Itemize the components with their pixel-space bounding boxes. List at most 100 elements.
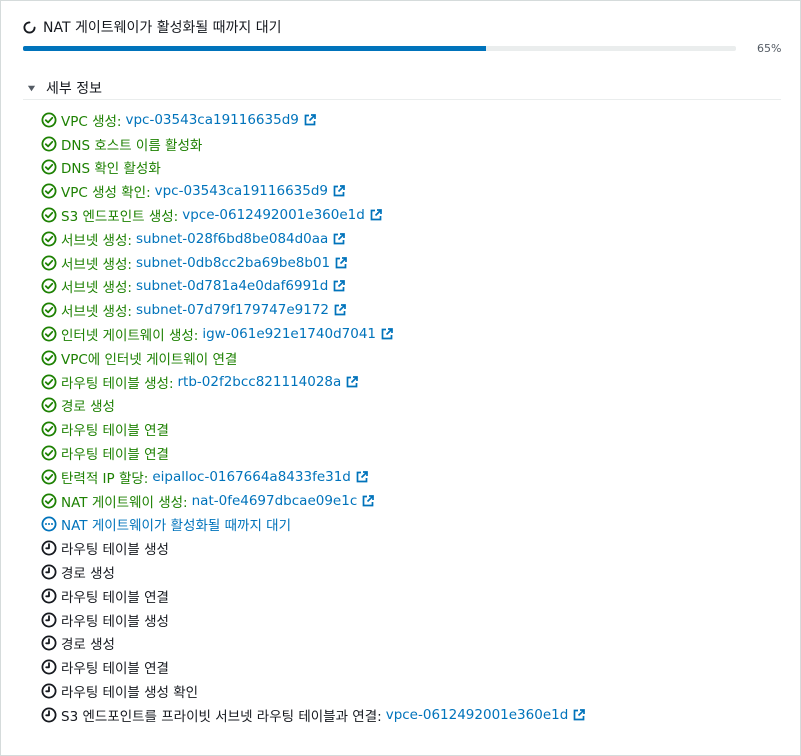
step-label: VPC 생성 확인: bbox=[61, 185, 151, 202]
step-label: 라우팅 테이블 연결 bbox=[61, 447, 169, 464]
external-link-icon[interactable] bbox=[333, 303, 347, 317]
resource-link[interactable]: vpce-0612492001e360e1d bbox=[182, 207, 365, 223]
step-item: 서브넷 생성: subnet-028f6bd8be084d0aa bbox=[41, 227, 586, 251]
step-label: 인터넷 게이트웨이 생성: bbox=[61, 328, 199, 345]
progress-bar bbox=[23, 46, 736, 51]
progress-bar-fill bbox=[23, 46, 487, 51]
check-circle-icon bbox=[41, 493, 57, 509]
check-circle-icon bbox=[41, 469, 57, 485]
divider bbox=[23, 99, 781, 100]
workflow-panel: NAT 게이트웨이가 활성화될 때까지 대기 65% 세부 정보 VPC 생성:… bbox=[0, 0, 801, 756]
clock-icon bbox=[41, 635, 57, 651]
check-circle-icon bbox=[41, 159, 57, 175]
step-item: 라우팅 테이블 연결 bbox=[41, 441, 586, 465]
step-item: 서브넷 생성: subnet-07d79f179747e9172 bbox=[41, 298, 586, 322]
step-label: 서브넷 생성: bbox=[61, 232, 132, 249]
check-circle-icon bbox=[41, 421, 57, 437]
step-item: 탄력적 IP 할당: eipalloc-0167664a8433fe31d bbox=[41, 465, 586, 489]
resource-link[interactable]: subnet-028f6bd8be084d0aa bbox=[136, 231, 328, 247]
step-item: 라우팅 테이블 생성 bbox=[41, 608, 586, 632]
step-item: VPC 생성 확인: vpc-03543ca19116635d9 bbox=[41, 179, 586, 203]
step-label: 라우팅 테이블 생성 bbox=[61, 613, 169, 630]
resource-link[interactable]: vpc-03543ca19116635d9 bbox=[125, 112, 298, 128]
external-link-icon[interactable] bbox=[332, 232, 346, 246]
step-label: 라우팅 테이블 생성 확인 bbox=[61, 685, 199, 702]
resource-link[interactable]: subnet-07d79f179747e9172 bbox=[136, 302, 329, 318]
check-circle-icon bbox=[41, 445, 57, 461]
step-item: 경로 생성 bbox=[41, 632, 586, 656]
check-circle-icon bbox=[41, 374, 57, 390]
details-label: 세부 정보 bbox=[46, 81, 102, 97]
check-circle-icon bbox=[41, 278, 57, 294]
step-label: VPC에 인터넷 게이트웨이 연결 bbox=[61, 351, 238, 368]
step-label: NAT 게이트웨이가 활성화될 때까지 대기 bbox=[61, 518, 291, 535]
step-item: 라우팅 테이블 생성 bbox=[41, 536, 586, 560]
step-item: VPC에 인터넷 게이트웨이 연결 bbox=[41, 346, 586, 370]
step-item: 라우팅 테이블 연결 bbox=[41, 655, 586, 679]
in-progress-icon bbox=[41, 516, 57, 532]
step-item: 서브넷 생성: subnet-0d781a4e0daf6991d bbox=[41, 275, 586, 299]
resource-link[interactable]: igw-061e921e1740d7041 bbox=[202, 326, 376, 342]
check-circle-icon bbox=[41, 302, 57, 318]
external-link-icon[interactable] bbox=[380, 327, 394, 341]
step-item: 라우팅 테이블 연결 bbox=[41, 584, 586, 608]
check-circle-icon bbox=[41, 326, 57, 342]
clock-icon bbox=[41, 564, 57, 580]
check-circle-icon bbox=[41, 255, 57, 271]
step-label: 서브넷 생성: bbox=[61, 304, 132, 321]
step-item: NAT 게이트웨이 생성: nat-0fe4697dbcae09e1c bbox=[41, 489, 586, 513]
check-circle-icon bbox=[41, 207, 57, 223]
external-link-icon[interactable] bbox=[303, 113, 317, 127]
resource-link[interactable]: eipalloc-0167664a8433fe31d bbox=[152, 469, 351, 485]
external-link-icon[interactable] bbox=[332, 279, 346, 293]
step-label: DNS 호스트 이름 활성화 bbox=[61, 137, 203, 154]
step-label: 경로 생성 bbox=[61, 566, 115, 583]
resource-link[interactable]: vpc-03543ca19116635d9 bbox=[155, 183, 328, 199]
resource-link[interactable]: nat-0fe4697dbcae09e1c bbox=[192, 493, 358, 509]
step-item: 서브넷 생성: subnet-0db8cc2ba69be8b01 bbox=[41, 251, 586, 275]
resource-link[interactable]: rtb-02f2bcc821114028a bbox=[178, 374, 342, 390]
step-label: 라우팅 테이블 연결 bbox=[61, 661, 169, 678]
step-item: 경로 생성 bbox=[41, 560, 586, 584]
resource-link[interactable]: subnet-0db8cc2ba69be8b01 bbox=[136, 255, 330, 271]
resource-link[interactable]: vpce-0612492001e360e1d bbox=[386, 707, 569, 723]
panel-title: NAT 게이트웨이가 활성화될 때까지 대기 bbox=[43, 20, 282, 36]
step-item: NAT 게이트웨이가 활성화될 때까지 대기 bbox=[41, 513, 586, 537]
external-link-icon[interactable] bbox=[332, 184, 346, 198]
external-link-icon[interactable] bbox=[369, 208, 383, 222]
step-label: DNS 확인 활성화 bbox=[61, 161, 161, 178]
check-circle-icon bbox=[41, 136, 57, 152]
step-label: 경로 생성 bbox=[61, 399, 115, 416]
step-label: VPC 생성: bbox=[61, 113, 122, 130]
step-label: 서브넷 생성: bbox=[61, 256, 132, 273]
check-circle-icon bbox=[41, 183, 57, 199]
external-link-icon[interactable] bbox=[361, 494, 375, 508]
step-item: 라우팅 테이블 생성: rtb-02f2bcc821114028a bbox=[41, 370, 586, 394]
step-item: 인터넷 게이트웨이 생성: igw-061e921e1740d7041 bbox=[41, 322, 586, 346]
step-item: S3 엔드포인트 생성: vpce-0612492001e360e1d bbox=[41, 203, 586, 227]
clock-icon bbox=[41, 540, 57, 556]
step-label: 라우팅 테이블 생성: bbox=[61, 375, 174, 392]
check-circle-icon bbox=[41, 112, 57, 128]
step-label: 서브넷 생성: bbox=[61, 280, 132, 297]
resource-link[interactable]: subnet-0d781a4e0daf6991d bbox=[136, 278, 328, 294]
details-toggle[interactable]: 세부 정보 bbox=[27, 78, 102, 98]
panel-header: NAT 게이트웨이가 활성화될 때까지 대기 bbox=[23, 17, 282, 37]
clock-icon bbox=[41, 659, 57, 675]
step-label: 라우팅 테이블 생성 bbox=[61, 542, 169, 559]
external-link-icon[interactable] bbox=[355, 470, 369, 484]
step-item: 라우팅 테이블 연결 bbox=[41, 417, 586, 441]
step-label: 경로 생성 bbox=[61, 637, 115, 654]
step-label: 라우팅 테이블 연결 bbox=[61, 423, 169, 440]
step-item: VPC 생성: vpc-03543ca19116635d9 bbox=[41, 108, 586, 132]
external-link-icon[interactable] bbox=[572, 708, 586, 722]
clock-icon bbox=[41, 588, 57, 604]
step-label: S3 엔드포인트를 프라이빗 서브넷 라우팅 테이블과 연결: bbox=[61, 708, 382, 725]
step-item: 경로 생성 bbox=[41, 394, 586, 418]
step-item: S3 엔드포인트를 프라이빗 서브넷 라우팅 테이블과 연결: vpce-0612… bbox=[41, 703, 586, 727]
external-link-icon[interactable] bbox=[345, 375, 359, 389]
external-link-icon[interactable] bbox=[334, 256, 348, 270]
step-item: DNS 확인 활성화 bbox=[41, 156, 586, 180]
step-label: NAT 게이트웨이 생성: bbox=[61, 494, 188, 511]
caret-down-icon bbox=[27, 85, 36, 91]
